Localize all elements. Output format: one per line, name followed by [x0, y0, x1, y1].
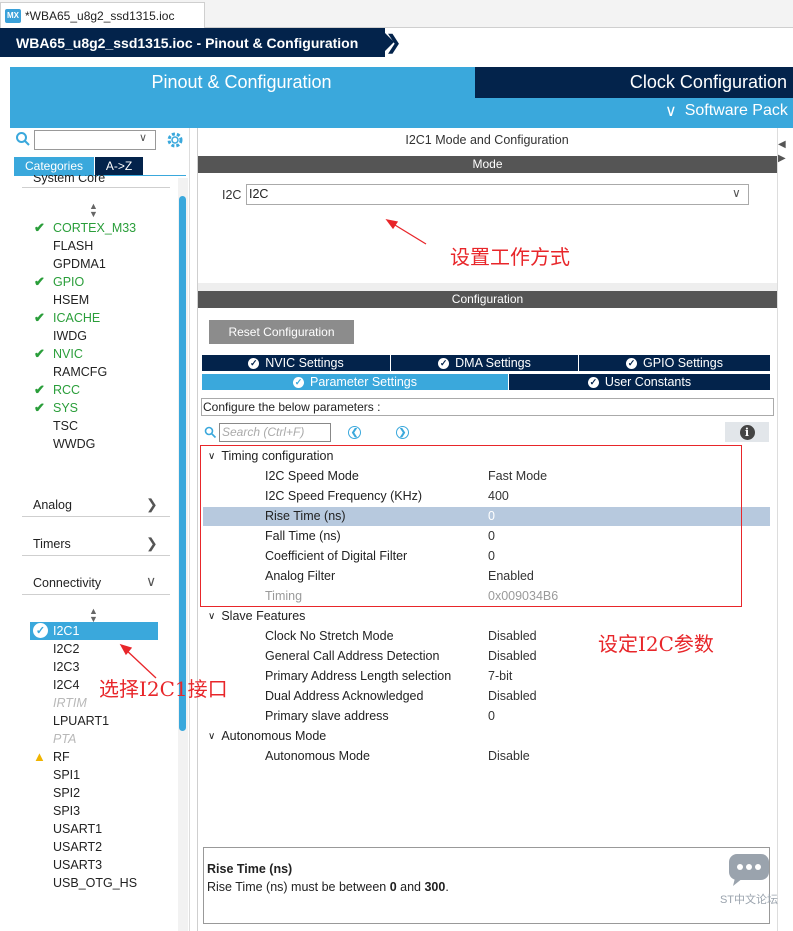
watermark-text: ST中文论坛 — [719, 894, 779, 906]
annotation-arrows — [119, 219, 427, 679]
watermark: ST中文论坛 — [712, 848, 786, 928]
chat-bubble-icon — [729, 854, 769, 886]
